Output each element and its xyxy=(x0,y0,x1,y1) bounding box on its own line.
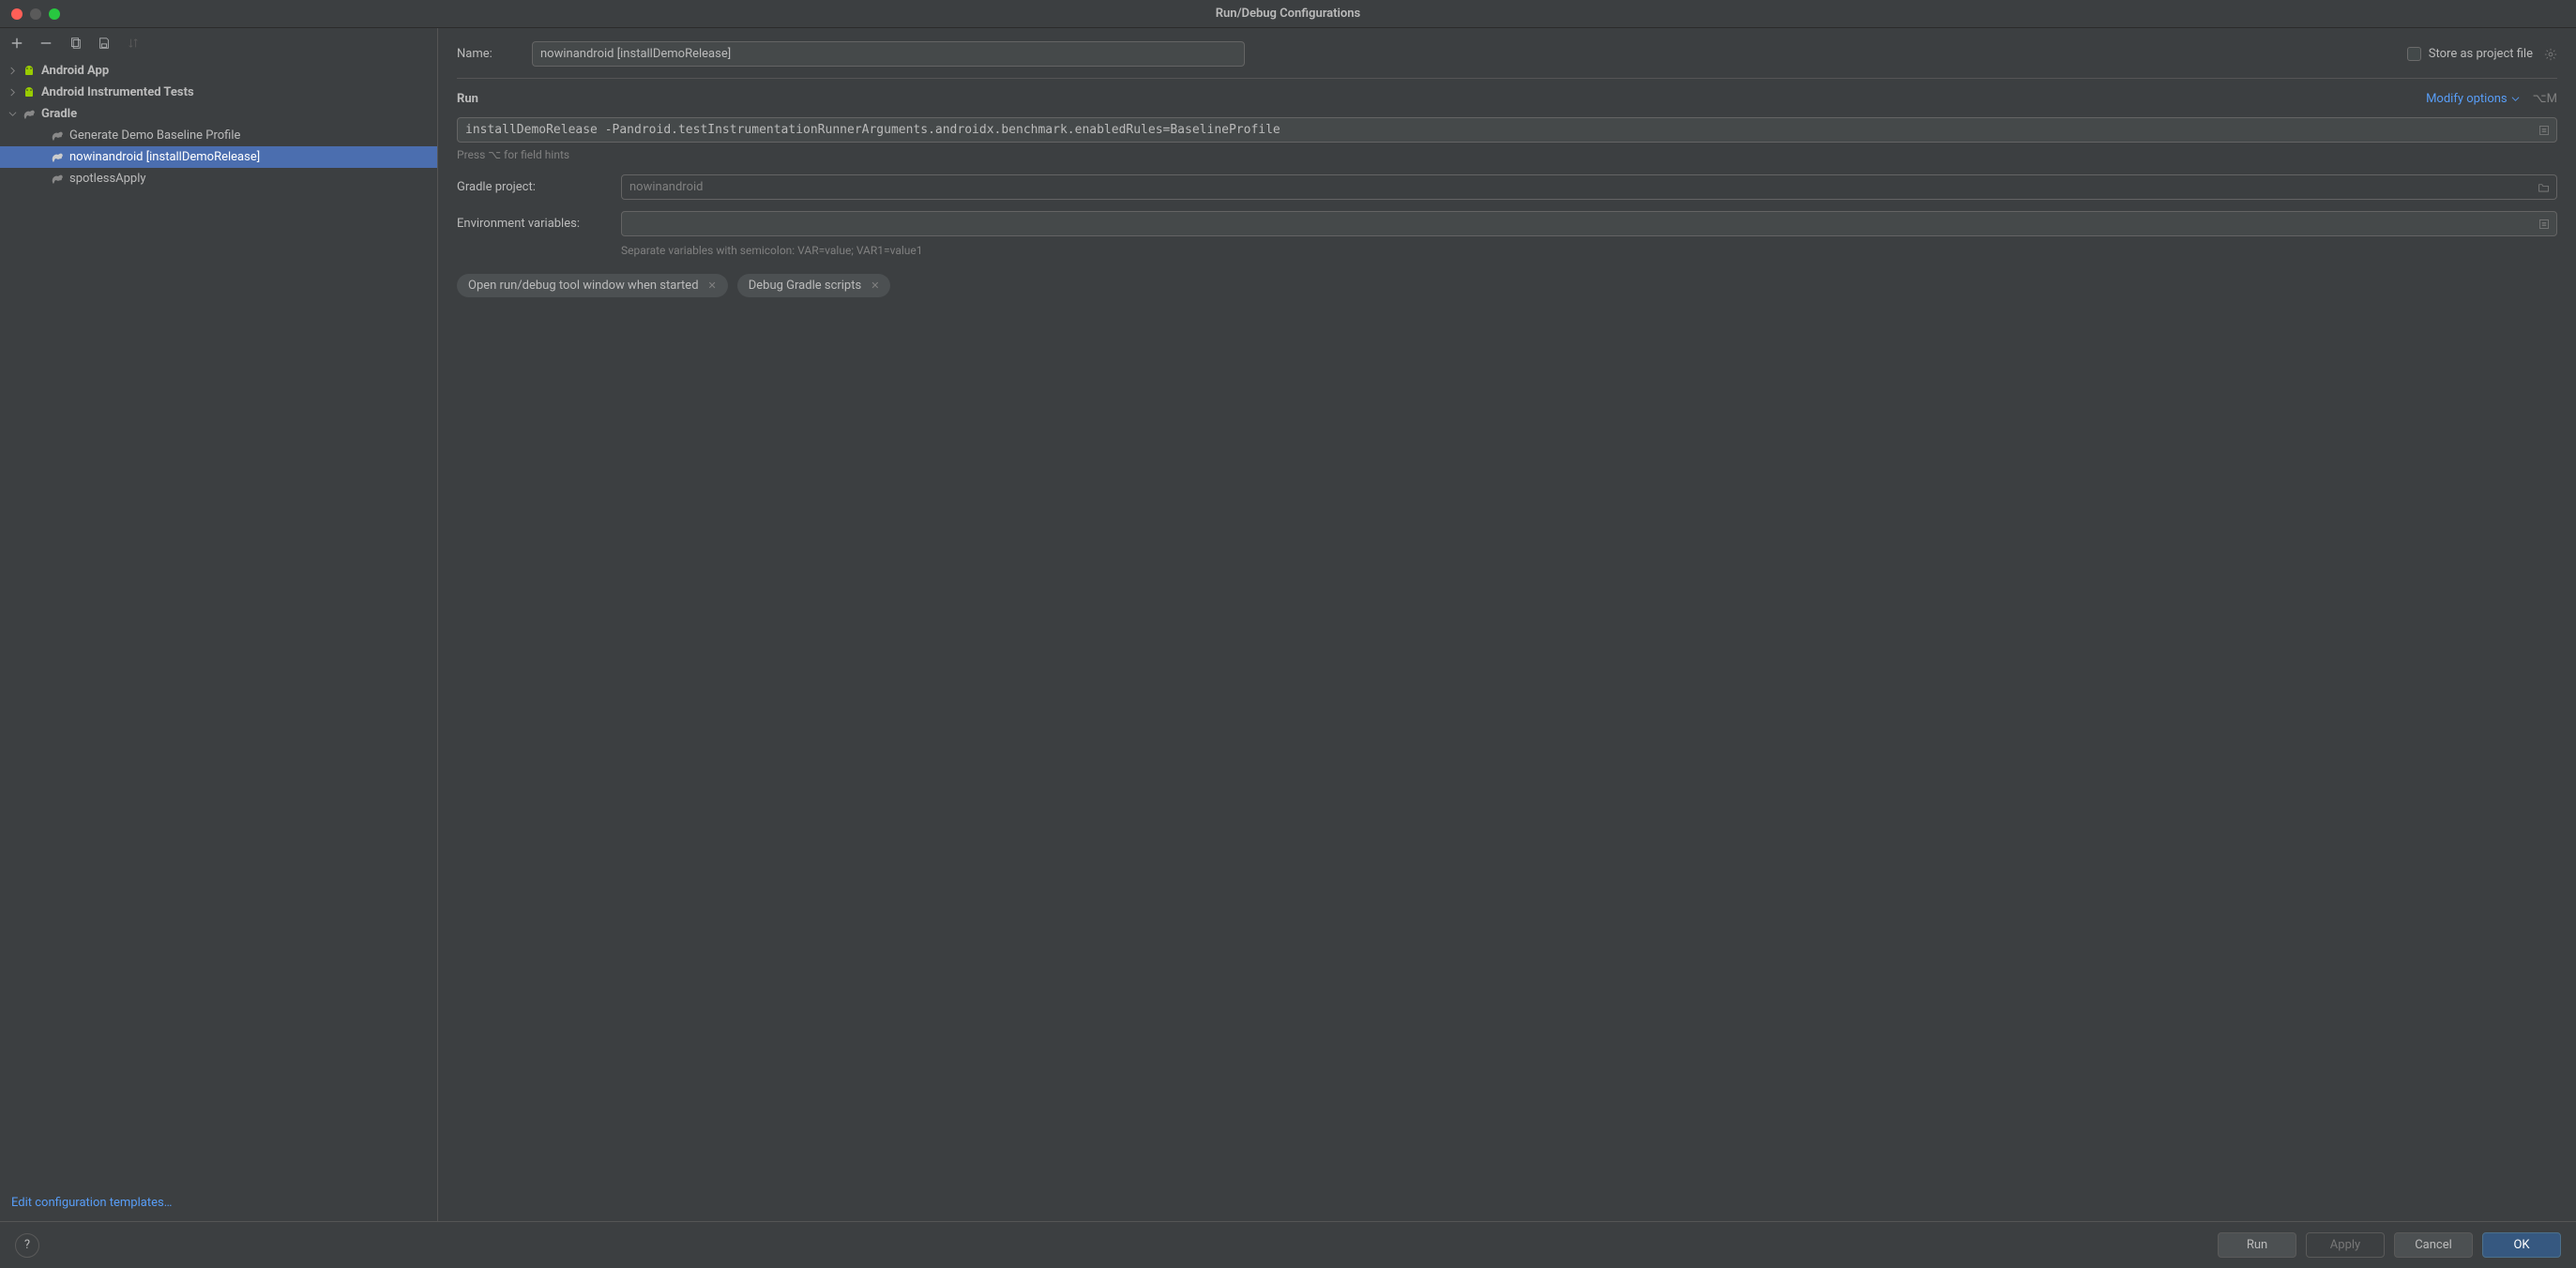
folder-icon[interactable] xyxy=(2538,181,2550,193)
tree-item-label: nowinandroid [installDemoRelease] xyxy=(69,150,260,164)
gradle-icon xyxy=(50,128,65,143)
close-icon[interactable]: ✕ xyxy=(871,279,879,292)
maximize-window-button[interactable] xyxy=(49,8,60,20)
sidebar: Android App Android Instrumented Tests xyxy=(0,28,438,1221)
tree-group-label: Android App xyxy=(41,64,109,78)
env-variables-label: Environment variables: xyxy=(457,217,602,231)
gradle-icon xyxy=(22,107,37,122)
main: Android App Android Instrumented Tests xyxy=(0,28,2576,1221)
save-icon[interactable] xyxy=(97,36,112,51)
name-row: Name: Store as project file xyxy=(457,41,2557,67)
tasks-input[interactable] xyxy=(457,117,2557,143)
run-button[interactable]: Run xyxy=(2218,1232,2296,1258)
run-section-title: Run xyxy=(457,92,478,106)
chip-open-tool-window[interactable]: Open run/debug tool window when started … xyxy=(457,274,728,297)
modify-options-shortcut: ⌥M xyxy=(2533,92,2557,106)
copy-icon[interactable] xyxy=(68,36,83,51)
name-label: Name: xyxy=(457,47,513,61)
close-window-button[interactable] xyxy=(11,8,23,20)
tree-group-android-tests[interactable]: Android Instrumented Tests xyxy=(0,82,437,103)
ok-button[interactable]: OK xyxy=(2482,1232,2561,1258)
tree-group-label: Android Instrumented Tests xyxy=(41,85,194,99)
tree-item-generate-baseline[interactable]: Generate Demo Baseline Profile xyxy=(0,125,437,146)
window-title: Run/Debug Configurations xyxy=(1216,7,1360,21)
content: Name: Store as project file Run Modify o… xyxy=(438,28,2576,1221)
window-controls xyxy=(0,8,60,20)
android-icon xyxy=(22,85,37,100)
sidebar-toolbar xyxy=(0,28,437,58)
edit-templates-link[interactable]: Edit configuration templates… xyxy=(11,1196,172,1210)
field-hints-text: Press ⌥ for field hints xyxy=(457,148,2557,161)
chevron-right-icon xyxy=(8,88,17,98)
gradle-icon xyxy=(50,172,65,187)
sort-icon xyxy=(126,36,141,51)
help-button[interactable]: ? xyxy=(15,1233,39,1258)
expand-field-icon[interactable] xyxy=(2538,219,2550,230)
sidebar-footer: Edit configuration templates… xyxy=(0,1185,437,1221)
chip-label: Debug Gradle scripts xyxy=(749,279,861,293)
env-variables-input[interactable] xyxy=(621,211,2557,236)
modify-options-label: Modify options xyxy=(2426,92,2508,106)
tree-group-label: Gradle xyxy=(41,107,77,121)
android-icon xyxy=(22,64,37,79)
gradle-project-row: Gradle project: xyxy=(457,174,2557,200)
add-icon[interactable] xyxy=(9,36,24,51)
chip-debug-gradle-scripts[interactable]: Debug Gradle scripts ✕ xyxy=(737,274,891,297)
gradle-project-label: Gradle project: xyxy=(457,180,602,194)
minimize-window-button[interactable] xyxy=(30,8,41,20)
env-variables-row: Environment variables: xyxy=(457,211,2557,236)
close-icon[interactable]: ✕ xyxy=(708,279,717,292)
chevron-down-icon xyxy=(2511,95,2520,103)
gradle-project-input[interactable] xyxy=(621,174,2557,200)
env-variables-hint: Separate variables with semicolon: VAR=v… xyxy=(621,244,2557,257)
name-input[interactable] xyxy=(532,41,1245,67)
expand-field-icon[interactable] xyxy=(2538,125,2550,136)
modify-options-link[interactable]: Modify options xyxy=(2426,92,2520,106)
gear-icon[interactable] xyxy=(2544,48,2557,61)
tree-item-label: spotlessApply xyxy=(69,172,146,186)
divider xyxy=(457,78,2557,79)
configuration-tree: Android App Android Instrumented Tests xyxy=(0,58,437,1185)
apply-button[interactable]: Apply xyxy=(2306,1232,2385,1258)
chevron-down-icon xyxy=(8,110,17,119)
tree-item-install-demo-release[interactable]: nowinandroid [installDemoRelease] xyxy=(0,146,437,168)
tree-group-gradle[interactable]: Gradle xyxy=(0,103,437,125)
tree-group-android-app[interactable]: Android App xyxy=(0,60,437,82)
option-chips: Open run/debug tool window when started … xyxy=(457,274,2557,297)
gradle-icon xyxy=(50,150,65,165)
store-as-project-file-label: Store as project file xyxy=(2429,47,2533,61)
tree-item-spotless-apply[interactable]: spotlessApply xyxy=(0,168,437,189)
cancel-button[interactable]: Cancel xyxy=(2394,1232,2473,1258)
run-section-header: Run Modify options ⌥M xyxy=(457,92,2557,106)
bottom-bar: ? Run Apply Cancel OK xyxy=(0,1221,2576,1268)
titlebar: Run/Debug Configurations xyxy=(0,0,2576,28)
chevron-right-icon xyxy=(8,67,17,76)
remove-icon[interactable] xyxy=(38,36,53,51)
store-as-project-file-wrap: Store as project file xyxy=(2407,47,2557,61)
store-as-project-file-checkbox[interactable] xyxy=(2407,47,2421,61)
chip-label: Open run/debug tool window when started xyxy=(468,279,699,293)
tree-item-label: Generate Demo Baseline Profile xyxy=(69,128,240,143)
tasks-row xyxy=(457,117,2557,143)
